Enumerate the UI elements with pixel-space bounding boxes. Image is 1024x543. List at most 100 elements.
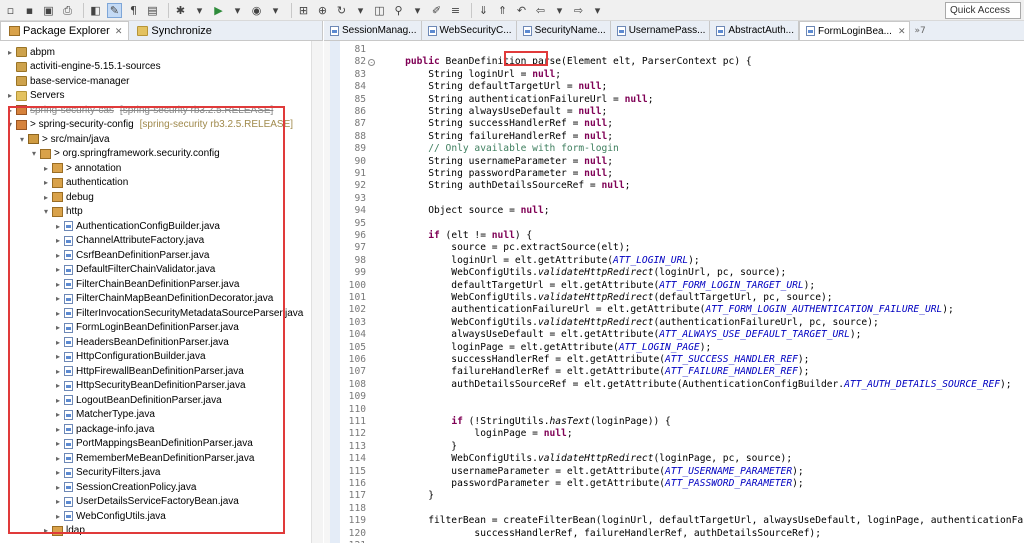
expand-arrow-icon[interactable]: ▸	[6, 91, 14, 100]
debug-icon[interactable]: ✱	[173, 3, 188, 18]
line-number: 120	[348, 527, 366, 539]
outline-icon[interactable]: ≡	[448, 3, 463, 18]
last-edit-icon[interactable]: ↶	[514, 3, 529, 18]
line-number: 100	[348, 279, 366, 291]
code-line: 83 String loginUrl = null;	[340, 69, 1024, 81]
code-text: filterBean = createFilterBean(loginUrl, …	[382, 515, 1024, 527]
debug-dropdown-icon[interactable]: ▾	[192, 3, 207, 18]
toggle-mark-icon[interactable]: ◧	[88, 3, 103, 18]
toolbar-divider	[168, 2, 169, 18]
more-tabs-button[interactable]: »7	[910, 21, 929, 40]
pen-icon[interactable]: ✐	[429, 3, 444, 18]
next-annotation-icon[interactable]: ⇓	[476, 3, 491, 18]
code-line: 90 String usernameParameter = null;	[340, 156, 1024, 168]
line-number: 105	[348, 341, 366, 353]
editor-tab[interactable]: WebSecurityC...	[422, 21, 517, 40]
code-line: 92 String authDetailsSourceRef = null;	[340, 180, 1024, 192]
run-icon[interactable]: ▶	[211, 3, 226, 18]
run-dropdown-icon[interactable]: ▾	[230, 3, 245, 18]
code-line: 98 loginUrl = elt.getAttribute(ATT_LOGIN…	[340, 255, 1024, 267]
new-project-icon[interactable]: ⊞	[296, 3, 311, 18]
project-icon	[16, 61, 27, 72]
tree-folder-item[interactable]: activiti-engine-5.15.1-sources	[6, 60, 161, 74]
close-icon[interactable]: ✕	[115, 26, 123, 37]
open-folder-icon[interactable]: ◫	[372, 3, 387, 18]
tab-synchronize[interactable]: Synchronize	[129, 21, 218, 40]
code-text: authenticationFailureUrl = elt.getAttrib…	[382, 304, 954, 316]
forward-dropdown-icon[interactable]: ▾	[590, 3, 605, 18]
code-text: defaultTargetUrl = elt.getAttribute(ATT_…	[382, 279, 816, 291]
java-file-icon	[716, 25, 726, 36]
tree-folder-item[interactable]: ▸ Servers	[6, 89, 64, 103]
editor-tab-label: FormLoginBea...	[818, 25, 892, 37]
print-icon[interactable]: ⎙	[60, 3, 75, 18]
code-line: 106 successHandlerRef = elt.getAttribute…	[340, 354, 1024, 366]
tree-folder-item[interactable]: base-service-manager	[6, 74, 130, 88]
code-text: alwaysUseDefault = elt.getAttribute(ATT_…	[382, 329, 862, 341]
code-line: 111 if (!StringUtils.hasText(loginPage))…	[340, 416, 1024, 428]
save-icon[interactable]: ▪	[22, 3, 37, 18]
code-line: 95	[340, 218, 1024, 230]
tab-package-explorer[interactable]: Package Explorer ✕	[0, 21, 130, 40]
line-number: 107	[348, 366, 366, 378]
forward-icon[interactable]: ⇨	[571, 3, 586, 18]
fold-toggle-icon[interactable]: -	[368, 58, 375, 66]
code-line: 86 String alwaysUseDefault = null;	[340, 106, 1024, 118]
search-icon[interactable]: ⚲	[391, 3, 406, 18]
toolbar-divider	[83, 2, 84, 18]
prev-annotation-icon[interactable]: ⇑	[495, 3, 510, 18]
editor-tab[interactable]: SecurityName...	[517, 21, 611, 40]
code-text: source = pc.extractSource(elt);	[382, 242, 631, 254]
coverage-icon[interactable]: ◉	[249, 3, 264, 18]
close-icon[interactable]: ✕	[898, 26, 906, 37]
line-number: 108	[348, 378, 366, 390]
code-line: 89 // Only available with form-login	[340, 143, 1024, 155]
code-text: passwordParameter = elt.getAttribute(ATT…	[382, 478, 804, 489]
editor-tab[interactable]: UsernamePass...	[611, 21, 711, 40]
tree-scrollbar[interactable]	[311, 41, 323, 543]
code-line: 85 String authenticationFailureUrl = nul…	[340, 94, 1024, 106]
show-whitespace-icon[interactable]: ¶	[126, 3, 141, 18]
code-text: loginPage = elt.getAttribute(ATT_LOGIN_P…	[382, 341, 712, 353]
line-number: 102	[348, 304, 366, 316]
editor-tab-label: UsernamePass...	[628, 25, 706, 36]
highlight-icon[interactable]: ✎	[107, 2, 122, 18]
line-number: 101	[348, 292, 366, 303]
external-tools-icon[interactable]: ▾	[268, 3, 283, 18]
code-line: 114 WebConfigUtils.validateHttpRedirect(…	[340, 453, 1024, 465]
quick-access-input[interactable]	[945, 2, 1021, 19]
code-line: 99 WebConfigUtils.validateHttpRedirect(l…	[340, 267, 1024, 279]
line-number: 113	[348, 440, 366, 452]
back-dropdown-icon[interactable]: ▾	[552, 3, 567, 18]
line-number: 97	[354, 242, 366, 254]
block-select-icon[interactable]: ▤	[145, 3, 160, 18]
tree-folder-item[interactable]: ▸ abpm	[6, 45, 55, 59]
editor-tab[interactable]: FormLoginBea... ✕	[799, 21, 911, 40]
java-editor: SessionManag... WebSecurityC... SecurityNa…	[324, 21, 1024, 543]
code-text: usernameParameter = elt.getAttribute(ATT…	[382, 465, 804, 477]
code-text: String successHandlerRef = null;	[382, 118, 614, 130]
tree-item-label: abpm	[30, 46, 56, 58]
code-text: String authenticationFailureUrl = null;	[382, 93, 654, 105]
line-number: 109	[348, 391, 366, 403]
code-line: 109	[340, 391, 1024, 403]
expand-arrow-icon[interactable]: ▸	[6, 48, 14, 57]
refresh-icon[interactable]: ↻	[334, 3, 349, 18]
editor-tab[interactable]: SessionManag...	[324, 21, 422, 40]
search-dropdown-icon[interactable]: ▾	[410, 3, 425, 18]
code-area[interactable]: 81 82 public BeanDefinition parse(Element…	[340, 41, 1024, 543]
refresh-dropdown-icon[interactable]: ▾	[353, 3, 368, 18]
tree-item-label: activiti-engine-5.15.1-sources	[30, 61, 161, 72]
open-type-icon[interactable]: ⊕	[315, 3, 330, 18]
code-line: 81	[340, 44, 1024, 56]
code-line: 117 }	[340, 490, 1024, 502]
editor-tab[interactable]: AbstractAuth...	[710, 21, 799, 40]
code-line: 118	[340, 503, 1024, 515]
line-number: 114	[348, 453, 366, 465]
back-icon[interactable]: ⇦	[533, 3, 548, 18]
line-number: 110	[348, 403, 366, 415]
save-all-icon[interactable]: ▣	[41, 3, 56, 18]
code-line: 87 String successHandlerRef = null;	[340, 118, 1024, 130]
new-file-icon[interactable]: ▫	[3, 3, 18, 18]
line-number: 83	[354, 68, 366, 80]
